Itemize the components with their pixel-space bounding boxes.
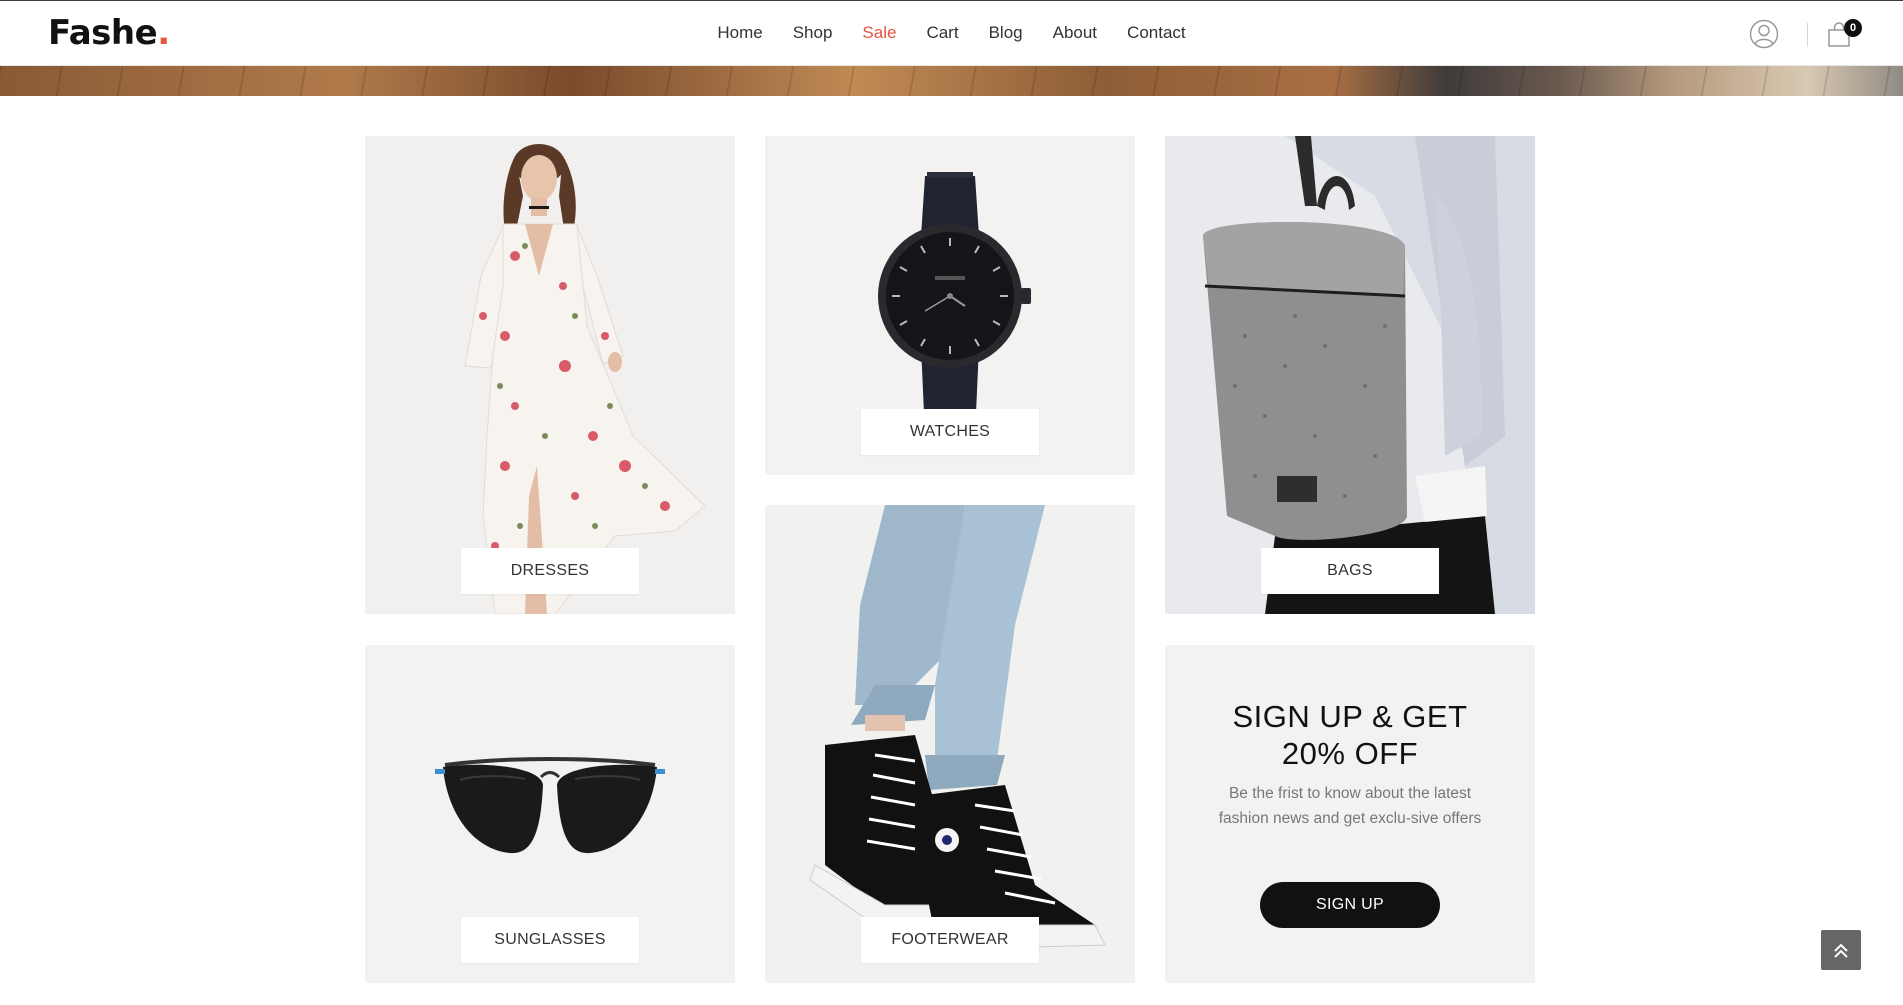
cart-count-badge: 0 xyxy=(1844,19,1862,37)
category-label-sunglasses[interactable]: SUNGLASSES xyxy=(461,917,639,963)
signup-title: SIGN UP & GET 20% OFF xyxy=(1165,698,1535,772)
nav-home[interactable]: Home xyxy=(717,23,762,43)
header-divider xyxy=(1807,23,1808,47)
category-label-dresses[interactable]: DRESSES xyxy=(461,548,639,594)
category-label-bags[interactable]: BAGS xyxy=(1261,548,1439,594)
category-card-bags[interactable]: BAGS xyxy=(1165,136,1535,614)
category-card-footwear[interactable]: FOOTERWEAR xyxy=(765,505,1135,983)
nav-about[interactable]: About xyxy=(1053,23,1097,43)
dress-model-image xyxy=(464,144,706,614)
site-header: Fashe. Home Shop Sale Cart Blog About Co… xyxy=(0,0,1903,66)
category-card-sunglasses[interactable]: SUNGLASSES xyxy=(365,645,735,983)
main-nav: Home Shop Sale Cart Blog About Contact xyxy=(0,23,1903,43)
nav-contact[interactable]: Contact xyxy=(1127,23,1186,43)
user-icon[interactable] xyxy=(1749,19,1779,49)
signup-description: Be the frist to know about the latest fa… xyxy=(1218,785,1482,827)
category-card-dresses[interactable]: DRESSES xyxy=(365,136,735,614)
category-label-watches[interactable]: WATCHES xyxy=(861,409,1039,455)
backpack-image xyxy=(1203,136,1535,614)
signup-title-line1: SIGN UP & GET xyxy=(1232,699,1468,734)
category-card-watches[interactable]: WATCHES xyxy=(765,136,1135,475)
nav-sale[interactable]: Sale xyxy=(862,23,896,43)
category-label-footwear[interactable]: FOOTERWEAR xyxy=(861,917,1039,963)
hero-banner-strip xyxy=(0,66,1903,96)
signup-promo-card: SIGN UP & GET 20% OFF Be the frist to kn… xyxy=(1165,645,1535,983)
double-chevron-up-icon xyxy=(1834,943,1848,958)
signup-title-line2: 20% OFF xyxy=(1281,736,1419,771)
sneakers-image xyxy=(809,505,1106,951)
nav-cart[interactable]: Cart xyxy=(926,23,958,43)
signup-button[interactable]: SIGN UP xyxy=(1260,882,1440,928)
header-icons: 0 xyxy=(1703,1,1903,67)
nav-shop[interactable]: Shop xyxy=(793,23,833,43)
back-to-top-button[interactable] xyxy=(1821,930,1861,970)
nav-blog[interactable]: Blog xyxy=(989,23,1023,43)
